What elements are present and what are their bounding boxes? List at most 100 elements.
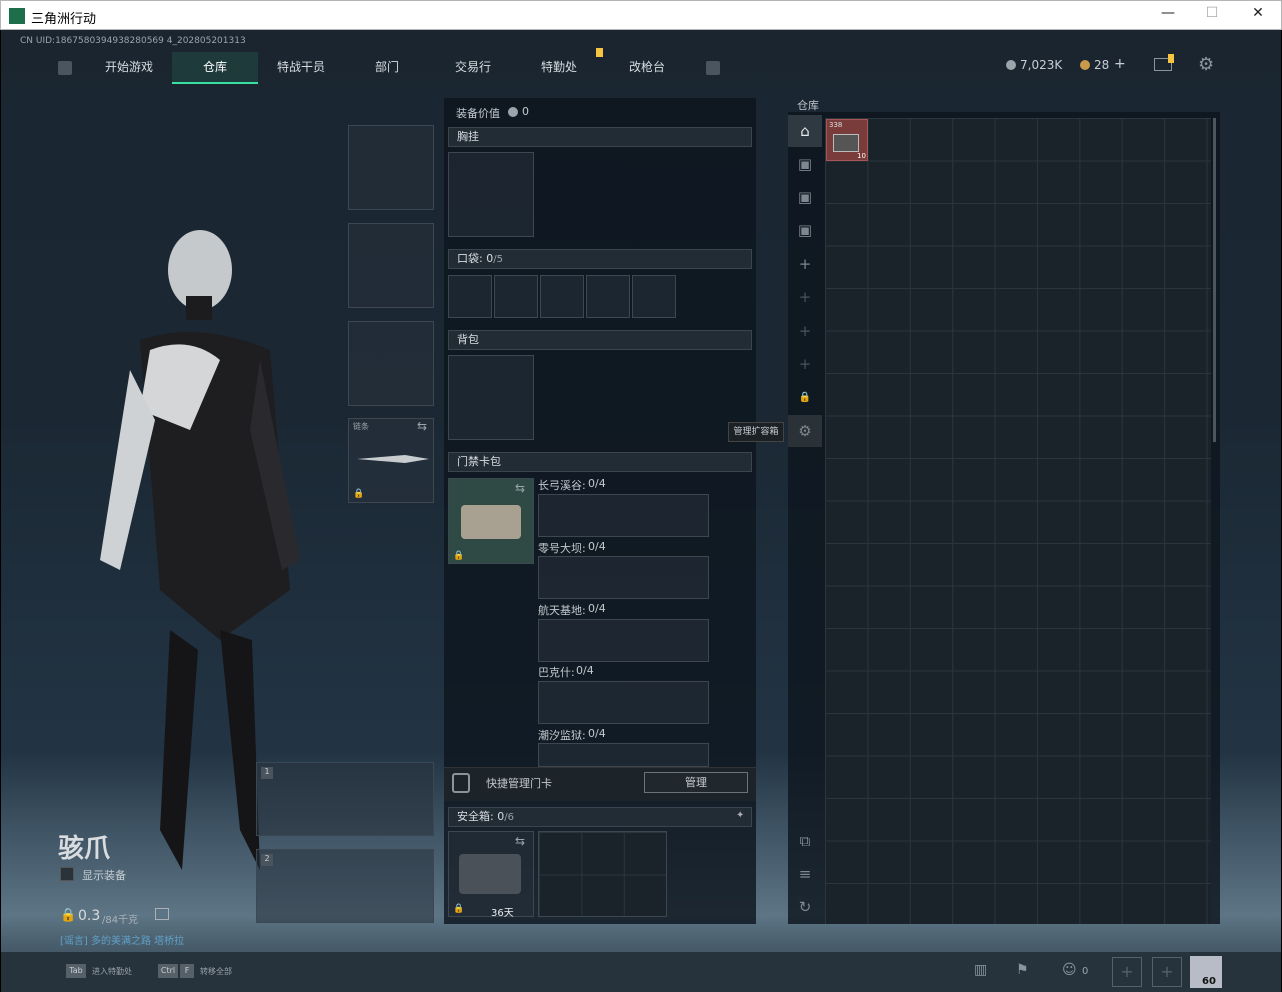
friends-count: 0: [1082, 966, 1089, 977]
quick-manage-label: 快捷管理门卡: [486, 777, 552, 790]
uid-label: CN UID:1867580394938280569 4_20280520131…: [20, 36, 246, 46]
pocket-slot[interactable]: [586, 275, 630, 318]
stash-grid[interactable]: [825, 118, 1211, 924]
avatar[interactable]: 60: [1190, 956, 1222, 988]
tab-warehouse[interactable]: 仓库: [172, 52, 258, 84]
keycard-map-name: 零号大坝:: [538, 542, 586, 555]
pin-icon[interactable]: ✦: [736, 810, 744, 821]
recycle-icon[interactable]: ↻: [788, 891, 822, 923]
show-gear-label: 显示装备: [82, 869, 126, 882]
ctrl-hint[interactable]: 转移全部: [200, 966, 232, 977]
keycard-pack-slot[interactable]: ⇆ 🔒: [448, 478, 534, 564]
list-icon[interactable]: [155, 908, 169, 920]
item-tag: 338: [829, 121, 843, 129]
tab-hint[interactable]: 进入特勤处: [92, 966, 132, 977]
tab-department[interactable]: 部门: [344, 52, 430, 84]
manage-expansion-gear-icon[interactable]: ⚙: [788, 415, 822, 447]
melee-label: 链条: [353, 422, 369, 431]
keycard-slot-row[interactable]: [538, 743, 709, 767]
maximize-button[interactable]: ☐: [1201, 5, 1223, 25]
stash-box-icon[interactable]: ▣: [788, 181, 822, 213]
add-squad-button[interactable]: +: [1152, 957, 1182, 987]
pocket-header: 口袋: 0/5: [448, 249, 752, 269]
backpack-header: 背包: [448, 330, 752, 350]
helmet-slot[interactable]: [348, 125, 434, 210]
add-squad-button[interactable]: +: [1112, 957, 1142, 987]
add-currency-button[interactable]: +: [1114, 56, 1126, 72]
safebox-case-icon: [459, 854, 521, 894]
friends-icon[interactable]: ☺: [1062, 962, 1077, 978]
flag-icon[interactable]: ⚑: [1016, 962, 1029, 978]
add-container-icon[interactable]: +: [788, 248, 822, 280]
pocket-slot[interactable]: [494, 275, 538, 318]
pistol-slot[interactable]: [348, 321, 434, 406]
add-container-icon[interactable]: +: [788, 281, 822, 313]
add-container-icon[interactable]: +: [788, 315, 822, 347]
app-logo-icon: [9, 8, 25, 24]
ticket-icon: [1080, 60, 1090, 70]
keycard-slot-row[interactable]: [538, 556, 709, 599]
keycard-case-icon: [461, 505, 521, 539]
stash-item[interactable]: 338 10: [826, 119, 868, 161]
next-tab-button[interactable]: [706, 61, 720, 75]
keycard-slot-row[interactable]: [538, 494, 709, 537]
safebox-label: 安全箱:: [457, 810, 494, 823]
keycard-slot-row[interactable]: [538, 619, 709, 662]
primary-weapon-slot-1[interactable]: 1: [256, 762, 434, 836]
swap-icon[interactable]: ⇆: [515, 481, 525, 495]
tab-special-ops[interactable]: 特勤处: [516, 52, 602, 84]
keycard-map-name: 航天基地:: [538, 604, 586, 617]
pocket-label: 口袋:: [457, 252, 483, 265]
pocket-slot[interactable]: [540, 275, 584, 318]
stash-box-icon[interactable]: ▣: [788, 148, 822, 180]
prev-tab-button[interactable]: [58, 61, 72, 75]
safebox-slot[interactable]: ⇆ 🔒 36天: [448, 831, 534, 919]
keycard-map-name: 潮汐监狱:: [538, 729, 586, 742]
keycard-pack-header: 门禁卡包: [448, 452, 752, 472]
tab-operators[interactable]: 特战干员: [258, 52, 344, 84]
character-name: 骇爪: [58, 834, 111, 864]
keycard-map-count: 0/4: [588, 602, 606, 615]
stats-icon[interactable]: ▥: [974, 962, 987, 978]
show-gear-checkbox[interactable]: [60, 867, 74, 881]
stash-scrollbar[interactable]: [1213, 118, 1216, 442]
tab-start-game[interactable]: 开始游戏: [86, 52, 172, 84]
armor-slot[interactable]: [348, 223, 434, 308]
melee-slot[interactable]: 链条 ⇆ 🔒: [348, 418, 434, 503]
keycard-manage-icon: [452, 773, 470, 793]
close-button[interactable]: ✕: [1247, 5, 1269, 25]
sort-icon[interactable]: ⧉: [788, 825, 822, 857]
swap-icon[interactable]: ⇆: [515, 834, 525, 848]
keycard-map-name: 长弓溪谷:: [538, 479, 586, 492]
tab-trading[interactable]: 交易行: [430, 52, 516, 84]
equipment-value-label: 装备价值: [456, 107, 500, 120]
coin-amount: 7,023K: [1020, 58, 1063, 72]
pocket-slot[interactable]: [632, 275, 676, 318]
weight-max: /84千克: [102, 915, 139, 926]
stash-box-icon[interactable]: ▣: [788, 214, 822, 246]
notification-badge-icon: [596, 48, 603, 57]
pocket-slot[interactable]: [448, 275, 492, 318]
stash-home-icon[interactable]: ⌂: [788, 115, 822, 147]
settings-gear-icon[interactable]: ⚙: [1198, 54, 1214, 75]
layers-icon[interactable]: ≡: [788, 858, 822, 890]
backpack-slot[interactable]: [448, 355, 534, 440]
swap-icon[interactable]: ⇆: [417, 419, 427, 433]
chest-rig-slot[interactable]: [448, 152, 534, 237]
tab-gunsmith[interactable]: 改枪台: [602, 52, 692, 84]
keycard-map-count: 0/4: [588, 477, 606, 490]
minimize-button[interactable]: —: [1157, 5, 1179, 25]
f-key: F: [180, 964, 194, 978]
safebox-header: 安全箱: 0/6: [448, 807, 752, 827]
keycard-map-count: 0/4: [588, 727, 606, 740]
primary-weapon-slot-2[interactable]: 2: [256, 849, 434, 923]
weight-value: 0.3: [78, 908, 101, 924]
safebox-grid[interactable]: [538, 831, 667, 917]
add-container-icon[interactable]: +: [788, 348, 822, 380]
manage-button[interactable]: 管理: [644, 772, 748, 793]
slot-number: 2: [261, 854, 273, 866]
character-subtitle: [谣言] 多的美满之路 塔桥拉: [60, 936, 185, 947]
ammo-box-icon: [833, 134, 859, 152]
tab-key: Tab: [66, 964, 86, 978]
keycard-slot-row[interactable]: [538, 681, 709, 724]
